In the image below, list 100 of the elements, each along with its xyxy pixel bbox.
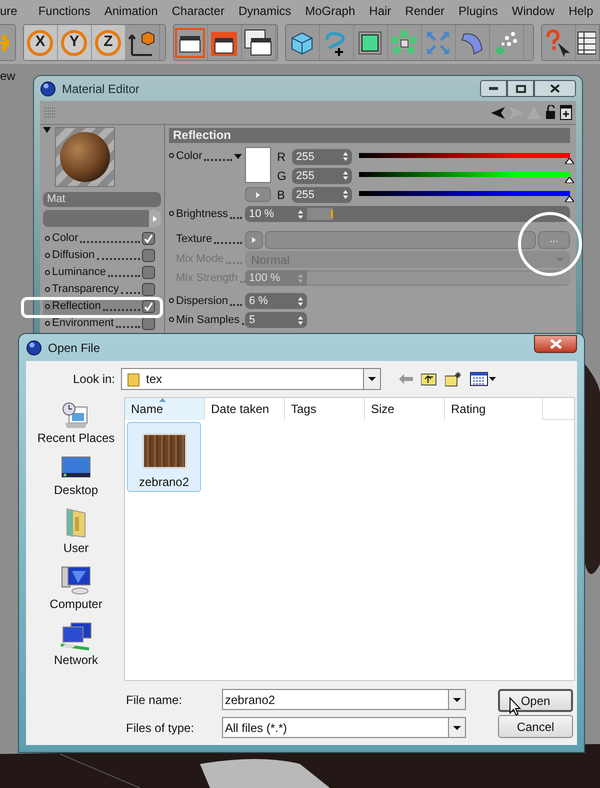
number-field[interactable]: 255 <box>292 186 352 202</box>
checkbox[interactable] <box>142 232 155 245</box>
back-arrow-icon[interactable] <box>491 106 505 118</box>
menu-item[interactable]: Animation <box>97 2 165 20</box>
menu-item[interactable]: Plugins <box>452 2 505 20</box>
close-button[interactable] <box>534 334 577 352</box>
number-field[interactable]: 255 <box>292 168 352 184</box>
combo-field[interactable]: zebrano2 <box>222 689 466 710</box>
close-icon <box>550 84 560 93</box>
place-link[interactable]: Recent Places <box>37 429 115 447</box>
close-button[interactable] <box>534 80 576 97</box>
up-folder-icon[interactable] <box>421 372 437 386</box>
menu-item[interactable]: Hair <box>362 2 398 20</box>
field-label: File name: <box>126 692 184 708</box>
axis-button[interactable]: Y <box>58 25 92 60</box>
number-field[interactable]: 5 <box>245 312 307 328</box>
collapse-triangle-icon[interactable] <box>43 127 51 133</box>
dialog-button[interactable]: Cancel <box>498 715 573 738</box>
axis-button[interactable]: X <box>24 25 58 60</box>
expand-button[interactable] <box>245 231 263 249</box>
keyframe-dot-icon <box>45 287 50 292</box>
spinner-icon[interactable] <box>298 316 303 324</box>
particles-icon[interactable] <box>493 30 520 56</box>
cube-icon[interactable] <box>290 30 314 54</box>
expand-button[interactable] <box>245 187 271 202</box>
number-field[interactable]: 10 % <box>245 206 307 222</box>
place-link[interactable]: User <box>63 539 89 557</box>
framed-cube-icon[interactable] <box>357 30 384 56</box>
checkbox[interactable] <box>142 283 155 296</box>
slider-thumb-icon[interactable] <box>565 176 574 182</box>
maximize-button[interactable] <box>507 80 534 97</box>
field-label: Brightness <box>169 206 228 222</box>
column-header[interactable]: Rating <box>445 398 543 420</box>
spinner-icon[interactable] <box>343 171 348 180</box>
color-gradient-track[interactable] <box>359 172 570 176</box>
color-swatch[interactable] <box>245 147 271 183</box>
close-icon <box>550 338 562 348</box>
look-in-dropdown[interactable]: tex <box>121 368 381 390</box>
menu-item[interactable]: Render <box>398 2 452 20</box>
channel-label[interactable]: Color <box>52 230 78 247</box>
file-item[interactable]: zebrano2 <box>127 422 201 492</box>
material-name-field[interactable]: Mat <box>43 192 161 207</box>
channel-label[interactable]: Reflection <box>52 298 101 315</box>
channel-label[interactable]: Diffusion <box>52 247 95 264</box>
menu-item[interactable]: Window <box>504 2 562 20</box>
dropdown-arrow-icon <box>453 698 461 702</box>
column-header[interactable]: Tags <box>285 398 365 420</box>
table-icon[interactable] <box>576 30 596 56</box>
menu-item[interactable]: Help <box>562 2 600 20</box>
column-header[interactable]: Date taken <box>205 398 285 420</box>
check-icon <box>144 302 153 311</box>
texture-path-field[interactable] <box>265 231 536 249</box>
axis-button[interactable]: Z <box>92 25 126 60</box>
menu-item[interactable]: Functions <box>31 2 98 20</box>
view-menu-icon[interactable] <box>470 372 496 386</box>
column-header[interactable]: Size <box>365 398 445 420</box>
clapperboards-icon[interactable] <box>244 28 272 56</box>
spinner-icon[interactable] <box>298 210 303 218</box>
checkbox[interactable] <box>142 266 155 279</box>
dialog-button[interactable]: Open <box>498 689 573 712</box>
checkbox[interactable] <box>142 317 155 330</box>
menu-item[interactable]: MoGraph <box>298 2 362 20</box>
grip-icon[interactable] <box>44 106 56 118</box>
slider-thumb-icon[interactable] <box>565 158 574 164</box>
menu-item[interactable]: Dynamics <box>231 2 298 20</box>
number-field[interactable]: 255 <box>292 148 352 164</box>
menu-item[interactable]: Character <box>164 2 232 20</box>
cube-cluster-icon[interactable] <box>391 30 418 56</box>
column-header[interactable]: Name <box>125 398 205 420</box>
help-cursor-icon[interactable] <box>544 28 572 56</box>
spinner-icon[interactable] <box>343 152 348 161</box>
menu-item[interactable]: ure <box>0 2 32 20</box>
color-gradient-track[interactable] <box>359 152 570 158</box>
network-icon[interactable] <box>58 621 93 651</box>
place-link[interactable]: Desktop <box>54 481 98 499</box>
slider-thumb-icon[interactable] <box>565 196 574 202</box>
spinner-icon[interactable] <box>298 296 303 306</box>
computer-icon[interactable] <box>60 565 92 595</box>
dropdown-arrow-icon[interactable] <box>234 154 242 159</box>
lock-icon[interactable] <box>545 105 556 120</box>
viewport-menu-item[interactable]: ew <box>0 67 16 85</box>
new-folder-icon[interactable] <box>445 372 462 386</box>
checkbox[interactable] <box>142 249 155 262</box>
channel-label[interactable]: Environment <box>52 315 114 332</box>
channel-label[interactable]: Luminance <box>52 264 106 281</box>
channel-letter: G <box>277 168 288 184</box>
new-window-icon[interactable] <box>560 105 572 120</box>
minimize-button[interactable] <box>480 80 507 97</box>
axis-cube-icon[interactable] <box>128 28 156 56</box>
spinner-icon[interactable] <box>343 190 348 199</box>
number-field[interactable]: 6 % <box>245 293 307 309</box>
channel-label[interactable]: Transparency <box>52 281 119 298</box>
place-link[interactable]: Network <box>54 651 98 669</box>
place-link[interactable]: Computer <box>50 595 102 613</box>
keyframe-dot-icon <box>45 253 50 258</box>
color-gradient-track[interactable] <box>359 190 570 196</box>
checkbox[interactable] <box>142 300 155 313</box>
clapperboard-icon[interactable] <box>175 28 205 58</box>
clapperboard-icon[interactable] <box>211 30 237 56</box>
combo-field[interactable]: All files (*.*) <box>222 717 466 738</box>
